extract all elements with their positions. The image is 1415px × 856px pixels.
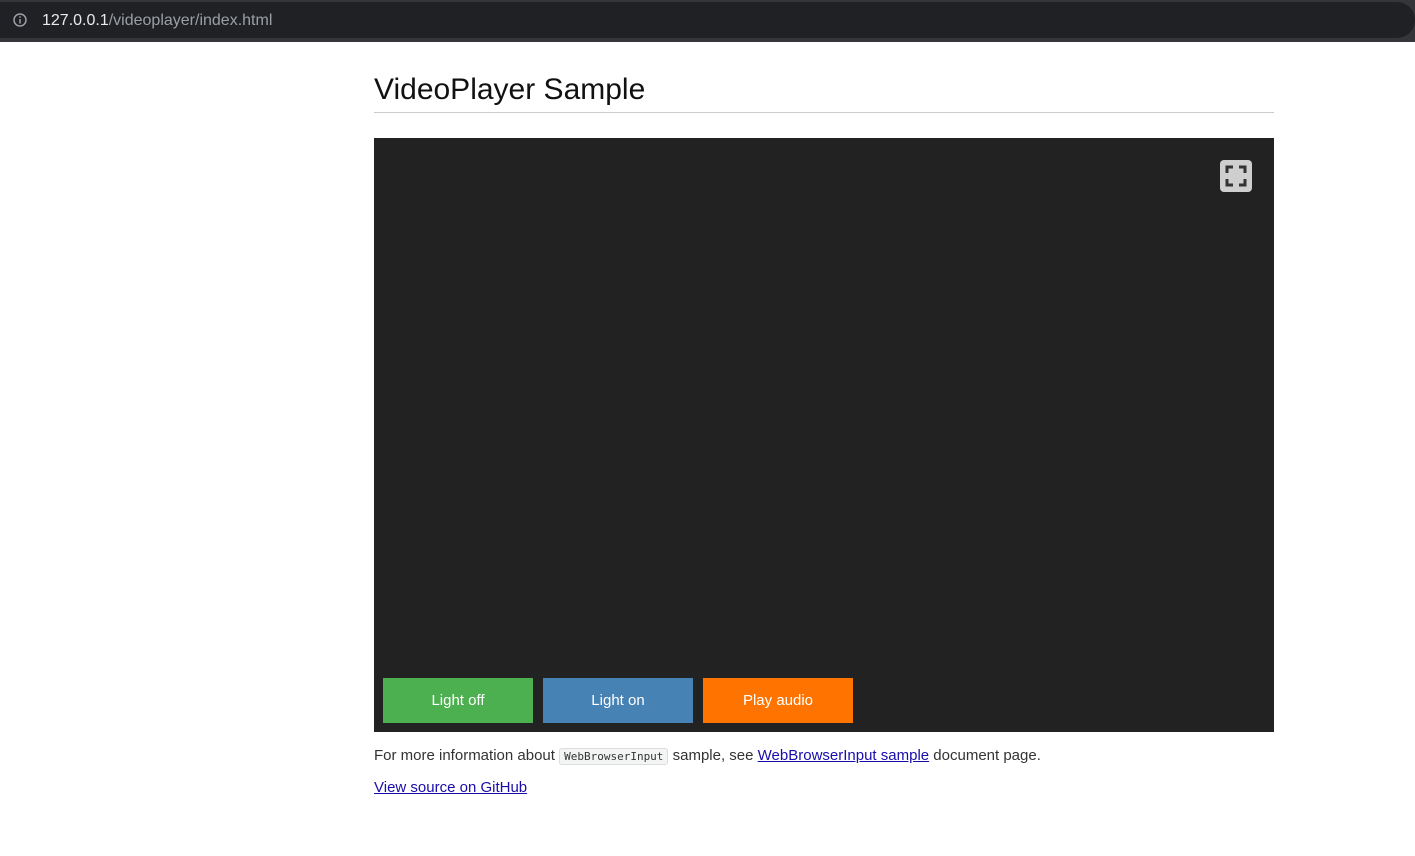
url-host: 127.0.0.1 bbox=[42, 12, 109, 29]
video-player[interactable]: Light off Light on Play audio bbox=[374, 138, 1274, 732]
light-off-button[interactable]: Light off bbox=[383, 678, 533, 723]
github-line: View source on GitHub bbox=[374, 778, 527, 798]
info-middle: sample, see bbox=[668, 747, 758, 764]
light-on-button[interactable]: Light on bbox=[543, 678, 693, 723]
play-audio-button[interactable]: Play audio bbox=[703, 678, 853, 723]
fullscreen-icon bbox=[1225, 165, 1247, 187]
info-text: For more information about WebBrowserInp… bbox=[374, 746, 1041, 767]
title-divider bbox=[374, 112, 1274, 113]
url-path: /videoplayer/index.html bbox=[108, 12, 273, 29]
fullscreen-button[interactable] bbox=[1220, 160, 1252, 192]
info-icon[interactable] bbox=[13, 13, 27, 27]
address-bar[interactable]: 127.0.0.1/videoplayer/index.html bbox=[0, 2, 1415, 38]
info-prefix: For more information about bbox=[374, 747, 560, 764]
info-suffix: document page. bbox=[929, 747, 1041, 764]
view-source-github-link[interactable]: View source on GitHub bbox=[374, 779, 527, 796]
player-controls: Light off Light on Play audio bbox=[383, 678, 853, 723]
webbrowserinput-sample-link[interactable]: WebBrowserInput sample bbox=[758, 747, 929, 764]
page-title: VideoPlayer Sample bbox=[374, 73, 646, 106]
code-webbrowserinput: WebBrowserInput bbox=[559, 748, 669, 765]
url-text[interactable]: 127.0.0.1/videoplayer/index.html bbox=[42, 11, 272, 31]
browser-toolbar: 127.0.0.1/videoplayer/index.html bbox=[0, 0, 1415, 42]
